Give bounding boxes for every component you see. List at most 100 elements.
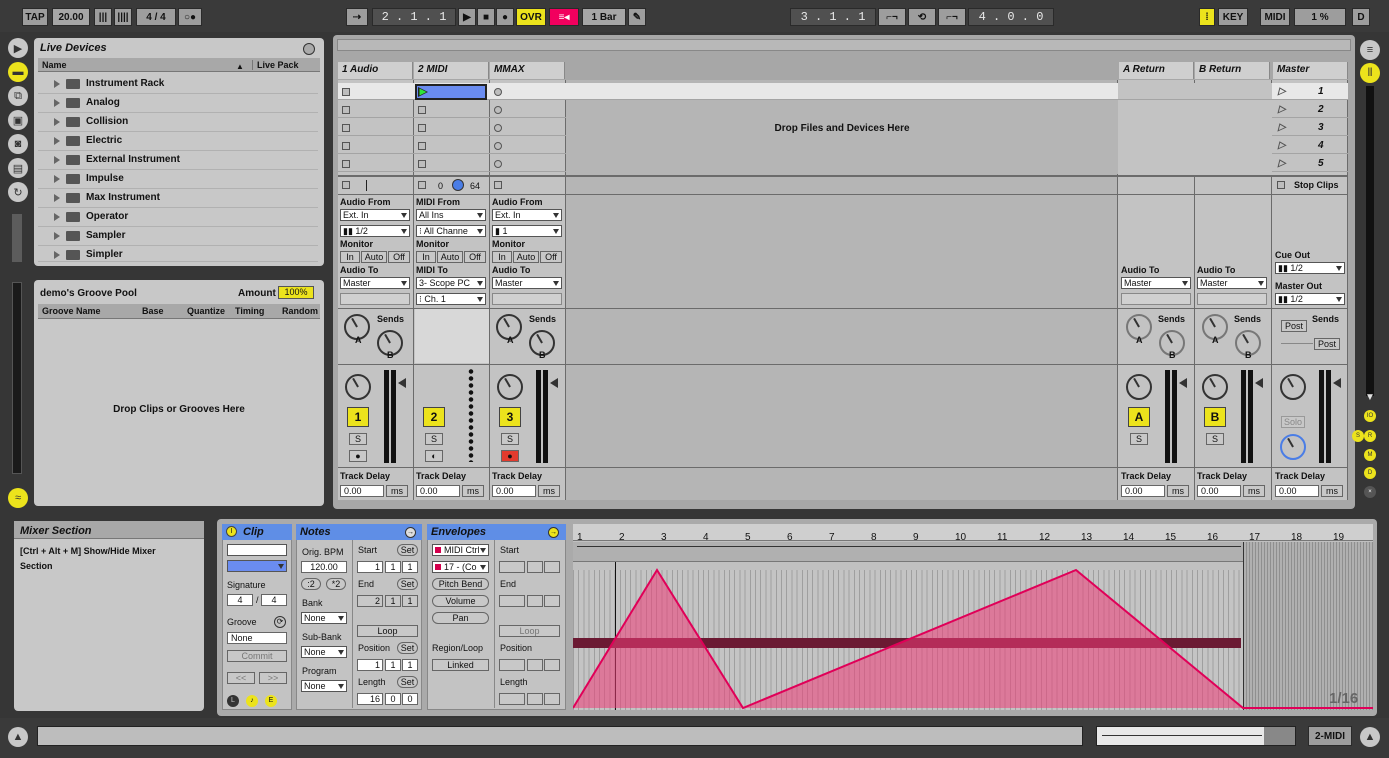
livepack-column-header[interactable]: Live Pack xyxy=(252,60,299,70)
track-delay-field[interactable]: 0.00 xyxy=(492,485,536,497)
overview-scrubber[interactable] xyxy=(337,39,1351,51)
timing-header[interactable]: Timing xyxy=(235,306,264,316)
ms-button[interactable]: ms xyxy=(462,485,484,497)
expand-icon[interactable] xyxy=(54,118,60,126)
menu-icon[interactable]: ≡ xyxy=(1360,40,1380,60)
midi-from-select[interactable]: All Ins xyxy=(416,209,486,221)
ms-button[interactable]: ms xyxy=(1167,485,1189,497)
clip-stop-button[interactable] xyxy=(418,160,426,168)
monitor-auto-button[interactable]: Auto xyxy=(437,251,463,263)
browser-scroll[interactable] xyxy=(12,214,22,262)
clip-stop-button[interactable] xyxy=(418,106,426,114)
env-length-field[interactable] xyxy=(527,693,543,705)
stop-button[interactable]: ■ xyxy=(477,8,495,26)
launch-toggle-icon[interactable]: L xyxy=(227,695,239,707)
clip-stop-button[interactable] xyxy=(342,160,350,168)
monitor-in-button[interactable]: In xyxy=(416,251,436,263)
pan-knob[interactable] xyxy=(1280,374,1306,400)
audio-from-select[interactable]: Ext. In xyxy=(340,209,410,221)
scene-launch-2[interactable]: ▷ 2 xyxy=(1278,104,1344,115)
scroll-down-icon[interactable]: ▼ xyxy=(1365,392,1375,403)
volume-fader-icon[interactable] xyxy=(1255,378,1263,388)
samples-icon[interactable]: ◙ xyxy=(8,134,28,154)
nudge-down-button[interactable]: ||| xyxy=(94,8,112,26)
crossfader-toggle-icon[interactable]: × xyxy=(1364,486,1376,498)
track-activator-1[interactable]: 1 xyxy=(347,407,369,427)
clip-stop-button[interactable] xyxy=(494,88,502,96)
start-set-button[interactable]: Set xyxy=(397,544,418,556)
signature-numerator[interactable]: 4 xyxy=(227,594,253,606)
end-beat-field[interactable]: 1 xyxy=(385,595,401,607)
stop-all-button[interactable] xyxy=(342,181,350,189)
sends-toggle-icon[interactable]: S xyxy=(1352,430,1364,442)
track-header-2-midi[interactable]: 2 MIDI xyxy=(414,62,489,79)
expand-icon[interactable] xyxy=(54,194,60,202)
punch-in-button[interactable]: ⌐¬ xyxy=(878,8,906,26)
clip-stop-button[interactable] xyxy=(494,160,502,168)
solo-button[interactable]: S xyxy=(425,433,443,445)
loop-button[interactable]: ⟲ xyxy=(908,8,936,26)
expand-icon[interactable] xyxy=(54,251,60,259)
end-bar-field[interactable]: 2 xyxy=(357,595,383,607)
overdub-button[interactable]: OVR xyxy=(516,8,546,26)
monitor-auto-button[interactable]: Auto xyxy=(361,251,387,263)
scene-play-icon[interactable]: ▷ xyxy=(1278,158,1286,169)
position-set-button[interactable]: Set xyxy=(397,642,418,654)
session-view-icon[interactable]: ⦀ xyxy=(1360,63,1380,83)
sub-bank-select[interactable]: None xyxy=(301,646,347,658)
env-end-field[interactable] xyxy=(527,595,543,607)
base-header[interactable]: Base xyxy=(142,306,164,316)
refresh-icon[interactable]: ↻ xyxy=(8,182,28,202)
cue-out-select[interactable]: ▮▮ 1/2 xyxy=(1275,262,1345,274)
track-delay-field[interactable]: 0.00 xyxy=(340,485,384,497)
start-bar-field[interactable]: 1 xyxy=(357,561,383,573)
tempo-field[interactable]: 20.00 xyxy=(52,8,90,26)
ms-button[interactable]: ms xyxy=(1321,485,1343,497)
envelope-control-select[interactable]: 17 - (Co xyxy=(432,561,489,573)
env-position-field[interactable] xyxy=(544,659,560,671)
orig-bpm-field[interactable]: 120.00 xyxy=(301,561,347,573)
clip-stop-button[interactable] xyxy=(342,88,350,96)
expand-icon[interactable] xyxy=(54,99,60,107)
scene-play-icon[interactable]: ▷ xyxy=(1278,122,1286,133)
prev-clip-button[interactable]: << xyxy=(227,672,255,684)
draw-mode-button[interactable]: ✎ xyxy=(628,8,646,26)
midi-out-channel-select[interactable]: ⁝ Ch. 1 xyxy=(416,293,486,305)
browser-item[interactable]: Impulse xyxy=(38,170,318,189)
expand-icon[interactable] xyxy=(54,80,60,88)
stop-all-button[interactable] xyxy=(494,181,502,189)
groove-hot-swap-icon[interactable]: ⟳ xyxy=(274,616,286,628)
midi-map-button[interactable]: MIDI xyxy=(1260,8,1290,26)
ms-button[interactable]: ms xyxy=(386,485,408,497)
envelopes-expand-icon[interactable]: → xyxy=(548,527,559,538)
plugin-icon[interactable]: ⧉ xyxy=(8,86,28,106)
audio-from-select[interactable]: Ext. In xyxy=(492,209,562,221)
track-delay-field[interactable]: 0.00 xyxy=(1275,485,1319,497)
arm-button[interactable]: ● xyxy=(501,450,519,462)
solo-button[interactable]: S xyxy=(349,433,367,445)
follow-button[interactable]: ⇢ xyxy=(346,8,368,26)
monitor-in-button[interactable]: In xyxy=(340,251,360,263)
browser-item[interactable]: Max Instrument xyxy=(38,189,318,208)
automation-arm-button[interactable]: ≡◂ xyxy=(549,8,579,26)
envelope-editor[interactable]: 1/16 xyxy=(573,524,1373,710)
envelope-device-select[interactable]: MIDI Ctrl xyxy=(432,544,489,556)
midi-value-1[interactable]: 0 xyxy=(438,181,443,191)
quantization-menu[interactable]: 1 Bar xyxy=(582,8,626,26)
length-sixteenth-field[interactable]: 0 xyxy=(402,693,418,705)
clip-color-select[interactable] xyxy=(227,560,287,572)
record-button[interactable]: ● xyxy=(496,8,514,26)
env-start-field[interactable] xyxy=(527,561,543,573)
pan-knob[interactable] xyxy=(497,374,523,400)
nudge-up-button[interactable]: |||| xyxy=(114,8,132,26)
clip-name-field[interactable] xyxy=(227,544,287,556)
groove-scroll[interactable] xyxy=(12,282,22,474)
track-activator-2[interactable]: 2 xyxy=(423,407,445,427)
mixer-toggle-icon[interactable]: M xyxy=(1364,449,1376,461)
linked-button[interactable]: Linked xyxy=(432,659,489,671)
length-set-button[interactable]: Set xyxy=(397,676,418,688)
clip-stop-button[interactable] xyxy=(494,124,502,132)
key-map-button[interactable]: KEY xyxy=(1218,8,1248,26)
env-length-field[interactable] xyxy=(499,693,525,705)
commit-button[interactable]: Commit xyxy=(227,650,287,662)
